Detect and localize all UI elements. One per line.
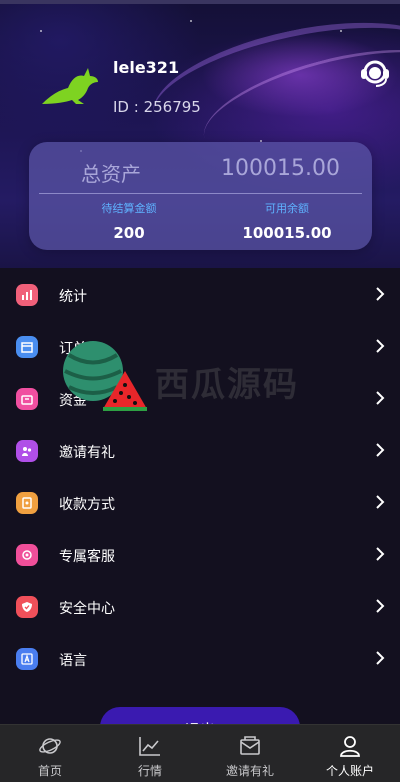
menu-item-statistics[interactable]: 统计 xyxy=(0,270,400,322)
menu-item-label: 语言 xyxy=(59,653,87,669)
menu-item-invite[interactable]: 邀请有礼 xyxy=(0,426,400,478)
shield-icon xyxy=(16,596,38,618)
balance-card: 总资产 100015.00 待结算金额 200 可用余额 100015.00 xyxy=(29,142,372,250)
total-assets-label: 总资产 xyxy=(81,162,141,186)
menu-item-security-center[interactable]: 安全中心 xyxy=(0,582,400,634)
customer-service-icon[interactable] xyxy=(358,56,392,90)
divider xyxy=(39,193,362,194)
chevron-right-icon xyxy=(376,391,385,405)
chevron-right-icon xyxy=(376,287,385,301)
tab-label: 首页 xyxy=(37,764,62,778)
available-balance-label: 可用余额 xyxy=(265,202,309,215)
card-icon xyxy=(16,492,38,514)
star-decoration xyxy=(40,30,42,32)
watermelon-logo xyxy=(63,341,147,411)
tab-label: 个人账户 xyxy=(325,764,374,778)
profile-header: lele321 ID : 256795 总资产 100015.00 待结算金额 … xyxy=(0,0,400,268)
tab-home[interactable]: 首页 xyxy=(0,725,100,782)
menu-item-label: 统计 xyxy=(59,289,87,305)
menu-item-label: 专属客服 xyxy=(59,549,115,565)
language-icon xyxy=(16,648,38,670)
watermark-text: 西瓜源码 xyxy=(155,365,299,405)
person-icon xyxy=(340,736,360,757)
star-decoration xyxy=(340,30,342,32)
wallet-icon xyxy=(16,388,38,410)
status-line xyxy=(0,0,400,4)
pending-amount-value: 200 xyxy=(113,224,145,242)
menu-item-label: 邀请有礼 xyxy=(59,445,115,461)
tab-account[interactable]: 个人账户 xyxy=(300,725,400,782)
user-id: ID : 256795 xyxy=(113,98,201,116)
planet-icon xyxy=(39,738,61,754)
menu-item-language[interactable]: 语言 xyxy=(0,634,400,686)
chevron-right-icon xyxy=(376,495,385,509)
menu-item-customer-service[interactable]: 专属客服 xyxy=(0,530,400,582)
menu-item-label: 收款方式 xyxy=(59,497,115,513)
chevron-right-icon xyxy=(376,599,385,613)
pending-amount: 待结算金额 200 xyxy=(59,200,199,242)
envelope-icon xyxy=(240,736,260,755)
chevron-right-icon xyxy=(376,651,385,665)
chevron-right-icon xyxy=(376,547,385,561)
tab-invite[interactable]: 邀请有礼 xyxy=(200,725,300,782)
available-balance: 可用余额 100015.00 xyxy=(217,200,357,242)
menu-item-label: 安全中心 xyxy=(59,601,115,617)
available-balance-value: 100015.00 xyxy=(242,224,332,242)
headset-icon xyxy=(16,544,38,566)
line-chart-icon xyxy=(139,737,160,756)
calendar-icon xyxy=(16,336,38,358)
tab-market[interactable]: 行情 xyxy=(100,725,200,782)
total-assets-value: 100015.00 xyxy=(221,156,340,181)
kangaroo-icon[interactable] xyxy=(38,64,104,108)
chart-icon xyxy=(16,284,38,306)
username: lele321 xyxy=(113,58,180,77)
menu-item-payment-methods[interactable]: 收款方式 xyxy=(0,478,400,530)
tab-label: 邀请有礼 xyxy=(225,764,274,778)
star-decoration xyxy=(190,20,192,22)
invite-icon xyxy=(16,440,38,462)
bottom-tabbar: 首页 行情 邀请有礼 个人账户 xyxy=(0,724,400,782)
chevron-right-icon xyxy=(376,339,385,353)
watermark: 西瓜源码 xyxy=(55,335,315,415)
chevron-right-icon xyxy=(376,443,385,457)
tab-label: 行情 xyxy=(137,764,162,778)
pending-amount-label: 待结算金额 xyxy=(101,202,157,215)
